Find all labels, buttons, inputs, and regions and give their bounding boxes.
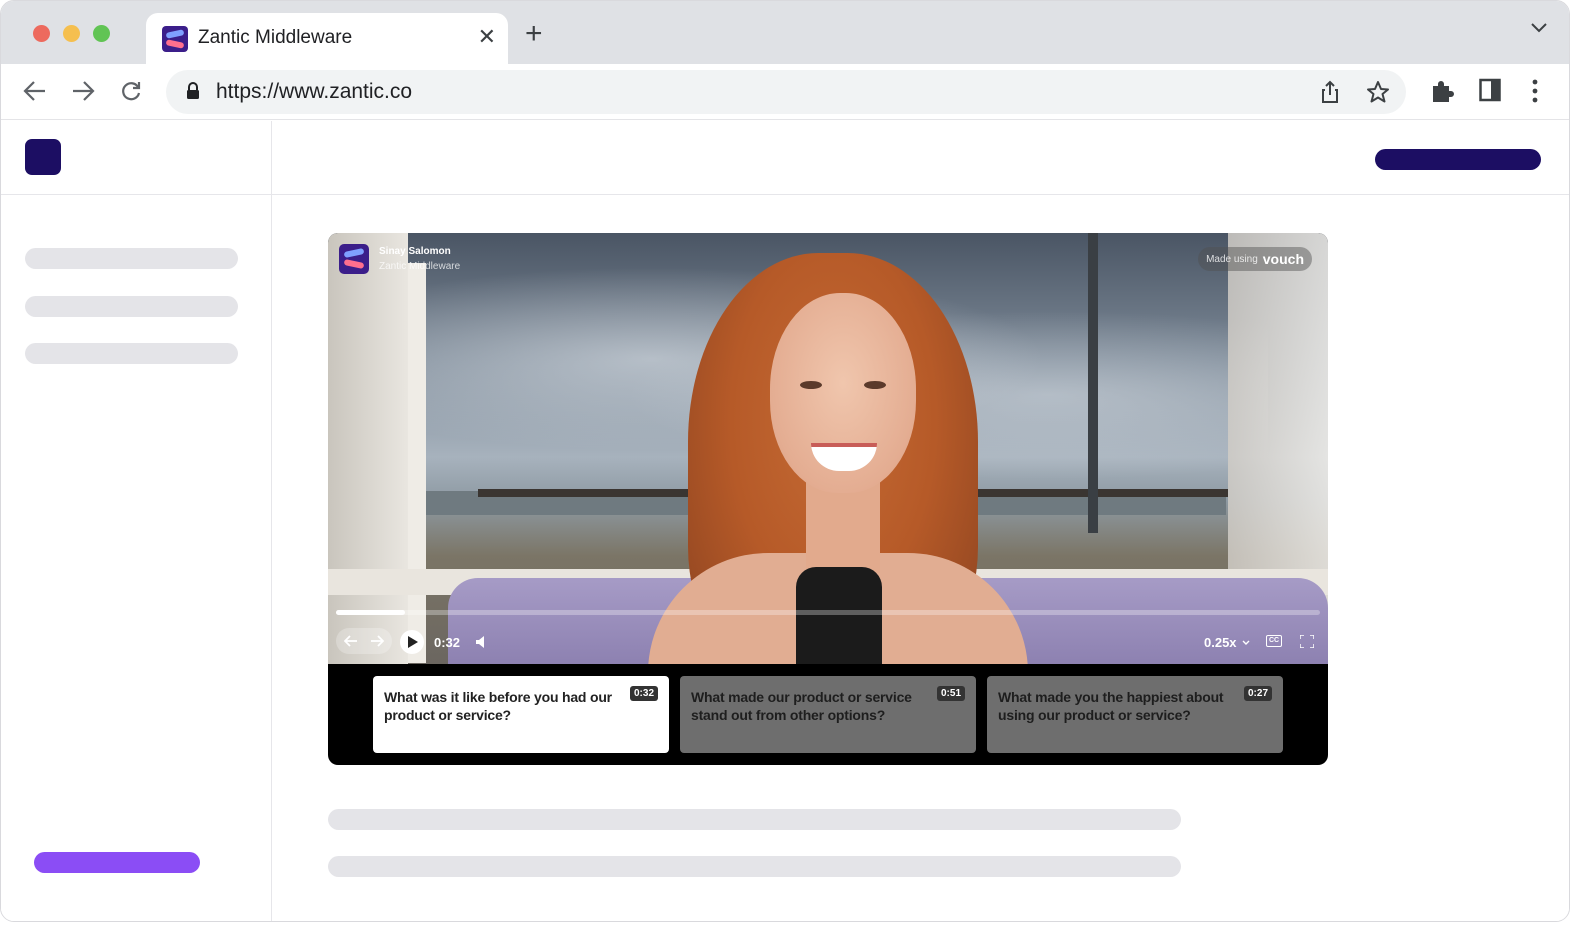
fullscreen-icon[interactable] (1300, 635, 1314, 648)
browser-toolbar: https://www.zantic.co (1, 64, 1569, 120)
close-window-button[interactable] (33, 25, 50, 42)
maximize-window-button[interactable] (93, 25, 110, 42)
address-bar[interactable]: https://www.zantic.co (166, 70, 1406, 114)
sidebar-item-placeholder[interactable] (25, 248, 238, 269)
sidebar-accent-button[interactable] (34, 852, 200, 873)
playback-speed[interactable]: 0.25x (1204, 635, 1237, 650)
badge-prefix: Made using (1206, 253, 1258, 265)
badge-brand: vouch (1262, 251, 1304, 267)
lock-icon (187, 82, 199, 99)
sidebar-divider (271, 121, 272, 921)
previous-icon[interactable] (344, 635, 358, 647)
back-icon[interactable] (23, 80, 47, 102)
content-line-placeholder (328, 809, 1181, 830)
more-icon[interactable] (1531, 78, 1539, 104)
presenter-name: Sinay Salomon (379, 246, 451, 257)
question-card[interactable]: What was it like before you had our prod… (373, 676, 669, 753)
made-using-badge[interactable]: Made using vouch (1198, 247, 1312, 271)
browser-window: Zantic Middleware ✕ + https://www.zantic… (0, 0, 1570, 922)
new-tab-button[interactable]: + (525, 19, 543, 49)
tab-strip: Zantic Middleware ✕ + (1, 1, 1569, 64)
presenter-avatar (339, 244, 369, 274)
presenter-company: Zantic Middleware (379, 261, 461, 272)
current-time: 0:32 (434, 635, 461, 650)
question-card[interactable]: What made our product or service stand o… (680, 676, 976, 753)
page-content: Sinay Salomon Zantic Middleware Made usi… (1, 121, 1569, 921)
question-duration: 0:51 (936, 686, 965, 701)
header-action-button[interactable] (1375, 149, 1541, 170)
zantic-favicon-icon (162, 26, 188, 52)
play-button[interactable] (400, 630, 424, 654)
reload-icon[interactable] (120, 80, 142, 102)
extensions-icon[interactable] (1429, 78, 1455, 104)
volume-icon[interactable] (476, 636, 486, 648)
tab-zantic[interactable]: Zantic Middleware ✕ (146, 13, 508, 64)
progress-fill (336, 610, 405, 615)
content-line-placeholder (328, 856, 1181, 877)
url-text[interactable]: https://www.zantic.co (216, 80, 412, 104)
sidebar-item-placeholder[interactable] (25, 296, 238, 317)
play-icon (408, 636, 418, 648)
forward-icon[interactable] (71, 80, 95, 102)
question-card[interactable]: What made you the happiest about using o… (987, 676, 1283, 753)
app-logo[interactable] (25, 139, 61, 175)
question-text: What made our product or service stand o… (691, 689, 912, 723)
header-divider (1, 194, 1569, 195)
next-icon[interactable] (370, 635, 384, 647)
tab-title: Zantic Middleware (198, 27, 353, 48)
minimize-window-button[interactable] (63, 25, 80, 42)
sidepanel-icon[interactable] (1479, 78, 1501, 102)
question-nav (336, 628, 392, 654)
sidebar-item-placeholder[interactable] (25, 343, 238, 364)
share-icon[interactable] (1320, 80, 1340, 104)
question-text: What made you the happiest about using o… (998, 689, 1224, 723)
question-duration: 0:32 (629, 686, 658, 701)
video-frame[interactable]: Sinay Salomon Zantic Middleware Made usi… (328, 233, 1328, 664)
question-text: What was it like before you had our prod… (384, 689, 612, 723)
captions-button[interactable]: CC (1266, 635, 1282, 647)
star-icon[interactable] (1366, 80, 1390, 104)
tab-close-icon[interactable]: ✕ (478, 24, 496, 50)
tab-menu-icon[interactable] (1531, 23, 1547, 33)
progress-bar[interactable] (336, 610, 1320, 615)
chevron-down-icon[interactable] (1242, 640, 1250, 645)
question-duration: 0:27 (1243, 686, 1272, 701)
video-player: Sinay Salomon Zantic Middleware Made usi… (328, 233, 1328, 765)
